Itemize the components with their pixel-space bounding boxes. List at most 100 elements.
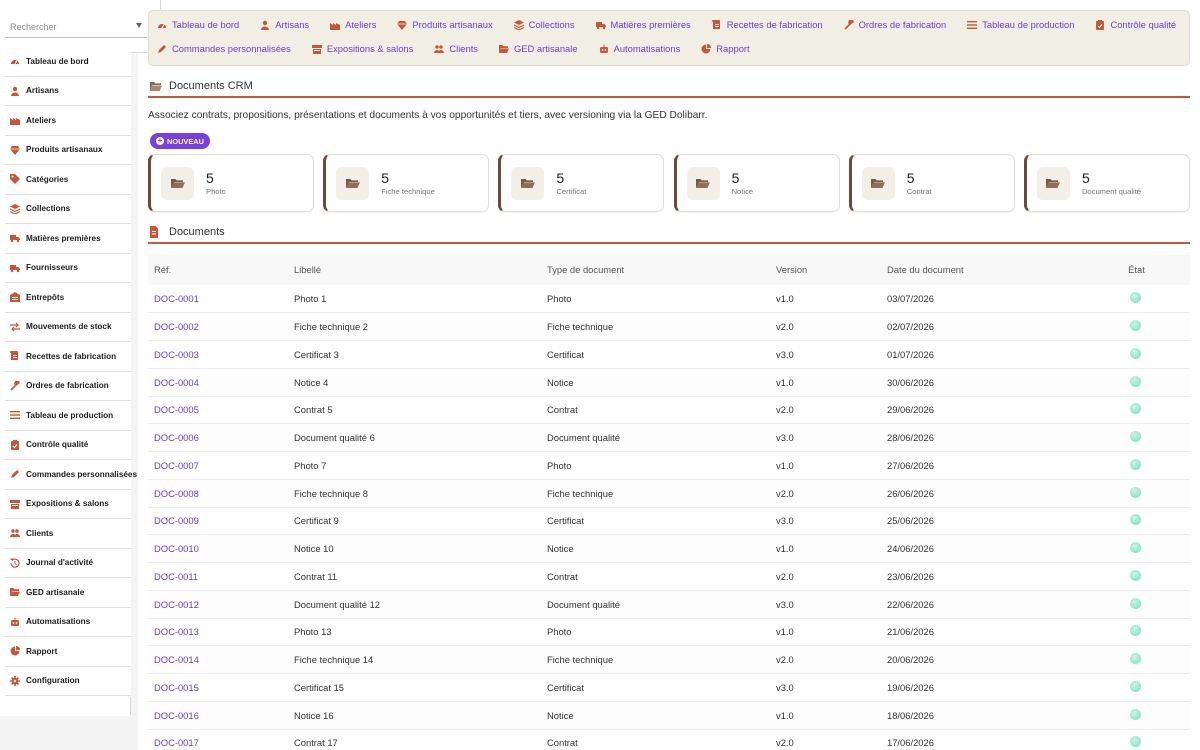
sidebar-item-ged-artisanale[interactable]: GED artisanale [5,578,131,608]
card-label: Contrat [906,186,932,196]
sidebar-item-expositions-salons[interactable]: Expositions & salons [5,490,131,519]
cell-version: v2.0 [776,562,887,591]
sidebar-item-commandes-personnalisees[interactable]: Commandes personnalisées [5,460,137,490]
tab-label: Produits artisanaux [412,19,493,30]
status-dot-icon [1129,320,1141,332]
tab-tableau-de-production[interactable]: Tableau de production [967,19,1074,30]
table-row: DOC-0002 Fiche technique 2 Fiche technique… [148,312,1190,341]
tab-rapport[interactable]: Rapport [701,43,750,54]
cell-state [1123,340,1190,369]
search-input[interactable] [5,16,147,37]
cell-date: 30/06/2026 [887,368,1123,397]
sidebar-item-rapport[interactable]: Rapport [5,637,131,667]
top-navigation-row: Commandes personnalisées Expositions & sa… [157,35,1181,62]
status-dot-icon [1129,569,1141,581]
sidebar-item-entrepots[interactable]: Entrepôts [5,283,131,313]
document-type-card[interactable]: 5 Photo [148,154,314,212]
document-ref-link[interactable]: DOC-0016 [154,710,199,721]
tab-ateliers[interactable]: Ateliers [330,19,376,30]
cell-state [1123,590,1190,619]
document-ref-link[interactable]: DOC-0014 [154,654,199,665]
tab-artisans[interactable]: Artisans [260,19,309,30]
column-header-type[interactable]: Type de document [547,254,776,285]
document-type-card[interactable]: 5 Document qualité [1023,154,1190,212]
document-ref-link[interactable]: DOC-0017 [154,737,199,748]
sidebar-item-fournisseurs[interactable]: Fournisseurs [5,254,131,283]
tab-produits-artisanaux[interactable]: Produits artisanaux [397,19,493,30]
cell-version: v3.0 [776,340,887,369]
sidebar-item-tableau-de-bord[interactable]: Tableau de bord [5,47,131,77]
folder-open-icon [1036,166,1070,200]
tab-collections[interactable]: Collections [513,19,575,30]
tab-label: Ateliers [345,19,377,30]
clipboard-check-icon [1095,19,1105,30]
cell-type: Contrat [547,396,776,425]
sidebar-item-label: Configuration [26,676,80,686]
sidebar-item-matieres-premieres[interactable]: Matières premières [5,224,131,254]
document-ref-link[interactable]: DOC-0009 [154,515,199,526]
sidebar-item-produits-artisanaux[interactable]: Produits artisanaux [5,136,131,165]
document-ref-link[interactable]: DOC-0010 [154,543,199,554]
document-ref-link[interactable]: DOC-0001 [154,293,199,304]
document-ref-link[interactable]: DOC-0011 [154,571,198,582]
sidebar-item-ordres-de-fabrication[interactable]: Ordres de fabrication [5,372,131,401]
sidebar-item-label: Recettes de fabrication [26,351,117,361]
tab-recettes-de-fabrication[interactable]: Recettes de fabrication [711,19,823,30]
cell-version: v1.0 [776,451,887,480]
tab-commandes-personnalisees[interactable]: Commandes personnalisées [157,43,291,54]
sidebar-item-configuration[interactable]: Configuration [5,667,131,696]
truck-icon [595,20,606,30]
folder-open-icon [161,166,194,200]
card-label: Photo [206,186,226,196]
search-field[interactable] [5,16,147,38]
sidebar-item-mouvements-de-stock[interactable]: Mouvements de stock [5,313,131,342]
document-type-card[interactable]: 5 Certificat [498,154,665,212]
cell-ref: DOC-0011 [148,562,294,591]
sidebar-item-automatisations[interactable]: Automatisations [5,608,131,637]
sidebar-item-ateliers[interactable]: Ateliers [5,106,131,136]
tab-controle-qualite[interactable]: Contrôle qualité [1095,19,1176,30]
column-header-date[interactable]: Date du document [887,254,1123,285]
tab-expositions-salons[interactable]: Expositions & salons [311,43,413,54]
sidebar-item-label: Contrôle qualité [26,440,89,450]
tab-ordres-de-fabrication[interactable]: Ordres de fabrication [844,19,946,30]
sidebar-item-collections[interactable]: Collections [5,195,131,224]
sidebar-item-tableau-de-production[interactable]: Tableau de production [5,401,131,431]
cell-version: v2.0 [776,645,887,674]
card-count: 5 [381,169,389,186]
document-ref-link[interactable]: DOC-0015 [154,682,199,693]
document-ref-link[interactable]: DOC-0006 [154,432,199,443]
store-icon [311,44,322,54]
sidebar-item-categories[interactable]: Catégories [5,165,131,195]
sidebar-item-recettes-de-fabrication[interactable]: Recettes de fabrication [5,342,131,372]
column-header-state[interactable]: État [1123,254,1190,285]
document-type-card[interactable]: 5 Fiche technique [323,154,490,212]
cell-type: Photo [547,618,776,647]
sidebar-item-label: GED artisanale [26,587,85,597]
column-header-ref[interactable]: Réf. [148,254,294,285]
document-ref-link[interactable]: DOC-0007 [154,460,199,471]
sidebar-item-controle-qualite[interactable]: Contrôle qualité [5,431,131,460]
document-ref-link[interactable]: DOC-0012 [154,599,199,610]
tab-clients[interactable]: Clients [434,43,478,54]
tab-ged-artisanale[interactable]: GED artisanale [499,43,578,54]
column-header-label[interactable]: Libellé [294,254,547,285]
document-ref-link[interactable]: DOC-0004 [154,377,199,388]
tab-matieres-premieres[interactable]: Matières premières [595,19,691,30]
column-header-version[interactable]: Version [776,254,887,285]
document-ref-link[interactable]: DOC-0002 [154,321,199,332]
sidebar-item-clients[interactable]: Clients [5,519,131,549]
chevron-down-icon[interactable] [136,23,142,28]
tab-automatisations[interactable]: Automatisations [599,43,680,54]
document-ref-link[interactable]: DOC-0008 [154,488,199,499]
document-type-card[interactable]: 5 Contrat [848,154,1015,212]
document-ref-link[interactable]: DOC-0005 [154,404,199,415]
tab-tableau-de-bord[interactable]: Tableau de bord [157,19,239,30]
document-ref-link[interactable]: DOC-0003 [154,349,199,360]
new-document-button[interactable]: + NOUVEAU [150,133,210,149]
document-type-card[interactable]: 5 Notice [673,154,840,212]
sidebar-item-journal-d-activite[interactable]: Journal d'activité [5,549,131,578]
sidebar-item-artisans[interactable]: Artisans [5,77,131,106]
page-title: Documents CRM [169,80,253,92]
document-ref-link[interactable]: DOC-0013 [154,626,199,637]
